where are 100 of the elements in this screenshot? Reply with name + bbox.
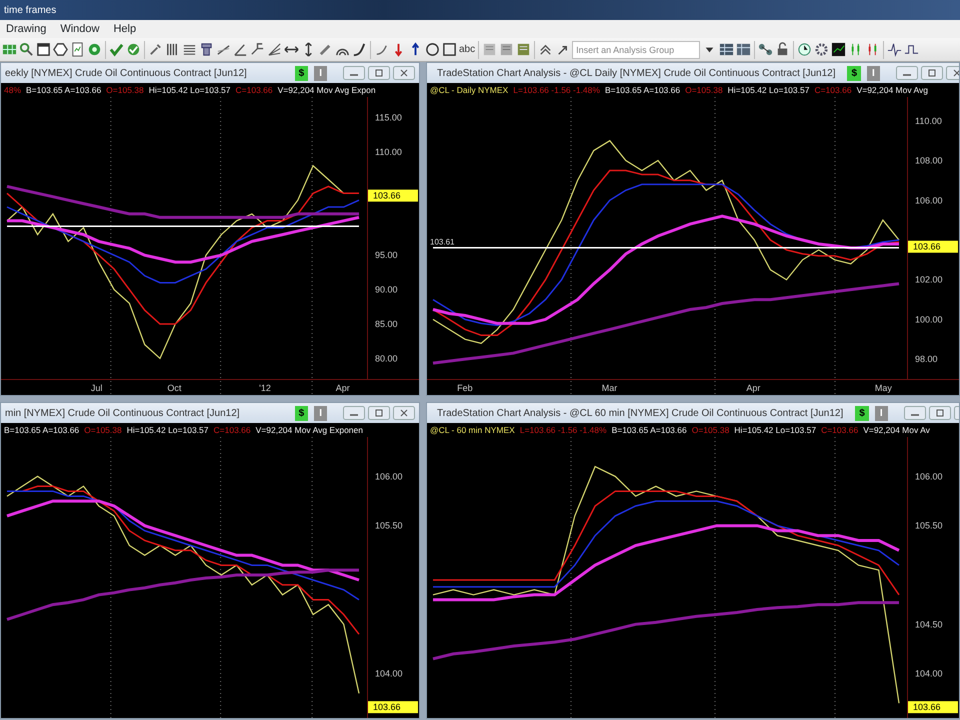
axis-label: Mar	[602, 383, 618, 393]
currency-button[interactable]: $	[294, 66, 308, 80]
maximize-button[interactable]	[928, 406, 951, 420]
hexagon-icon[interactable]	[53, 42, 68, 57]
minimize-button[interactable]	[904, 406, 926, 420]
quote-text: Hi=105.42 Lo=103.57	[728, 84, 810, 96]
axis-label: 105.50	[915, 520, 943, 531]
currency-button[interactable]: $	[294, 406, 308, 420]
window-title: min [NYMEX] Crude Oil Continuous Contract [Jun12]	[5, 406, 240, 420]
trendline-icon[interactable]	[216, 42, 231, 57]
price-tag: 103.66	[368, 190, 418, 202]
currency-button[interactable]: $	[855, 406, 869, 420]
chevrons-icon[interactable]	[538, 42, 554, 57]
axis-label: 108.00	[915, 156, 943, 166]
axis-label: 85.00	[375, 318, 398, 329]
quote-text: Hi=105.42 Lo=103.57	[126, 424, 209, 436]
price-tag: 103.66	[908, 701, 958, 714]
checkmark-icon[interactable]	[109, 42, 124, 57]
quote-text: C=103.66	[236, 84, 273, 96]
window-icon[interactable]	[36, 42, 51, 57]
text-tool[interactable]: abc	[459, 42, 476, 57]
axis-label: '12	[259, 383, 271, 393]
menu-item[interactable]: Drawing	[6, 20, 46, 38]
window-title: TradeStation Chart Analysis - @CL Daily [NYMEX] Crude Oil Continuous Contract [Jun12]	[437, 66, 836, 80]
axis-label: 105.50	[375, 520, 403, 531]
bars-icon[interactable]	[165, 42, 180, 57]
minimize-button[interactable]	[343, 66, 365, 80]
axis-label: 106.00	[915, 471, 943, 482]
axis-label: 104.00	[375, 668, 403, 679]
axis-label: May	[874, 383, 892, 393]
maximize-button[interactable]	[920, 66, 943, 80]
maximize-button[interactable]	[368, 66, 390, 80]
axis-label: Feb	[457, 383, 473, 393]
minimize-button[interactable]	[896, 66, 918, 80]
axis-label: 115.00	[375, 112, 402, 123]
square-icon[interactable]	[442, 42, 457, 57]
axis-label: 98.00	[915, 354, 938, 364]
axis-label: 104.00	[915, 668, 943, 679]
axis-label: 106.00	[375, 471, 403, 482]
axis-label: 110.00	[375, 147, 402, 158]
ellipse-icon[interactable]	[425, 42, 440, 57]
currency-button[interactable]: $	[847, 66, 862, 80]
document-icon[interactable]	[70, 42, 85, 57]
quote-text: @CL - 60 min NYMEX	[430, 424, 515, 436]
quote-text: C=103.66	[214, 424, 251, 436]
quote-text: L=103.66 -1.56 -1.48%	[520, 424, 607, 436]
analysis-group-field[interactable]: Insert an Analysis Group	[572, 40, 700, 58]
angle-icon[interactable]	[233, 42, 248, 57]
axis-label: 80.00	[375, 353, 398, 364]
close-button[interactable]	[393, 66, 415, 80]
checkmark-icon[interactable]	[126, 42, 141, 57]
panel-icon[interactable]	[482, 42, 498, 57]
axis-label: Oct	[167, 383, 182, 393]
axis-label: 106.00	[915, 195, 943, 206]
menu-item[interactable]: Help	[113, 20, 136, 38]
quote-text: O=105.38	[685, 84, 723, 96]
magnifier-icon[interactable]	[19, 42, 34, 57]
price-tag: 103.66	[368, 701, 418, 714]
panel-icon[interactable]	[499, 42, 514, 57]
menu-item[interactable]: Window	[60, 20, 100, 38]
axis-label: 110.00	[915, 116, 942, 126]
axis-label: 104.50	[915, 619, 943, 630]
minimize-button[interactable]	[343, 406, 365, 420]
maximize-button[interactable]	[368, 406, 390, 420]
lines-icon[interactable]	[182, 42, 197, 57]
window-title: time frames	[4, 4, 56, 18]
quote-text: 48%	[4, 84, 22, 96]
axis-label: Apr	[746, 383, 760, 393]
fork-icon[interactable]	[250, 42, 265, 57]
grid-icon[interactable]	[2, 42, 17, 57]
network-icon[interactable]	[758, 42, 774, 57]
quote-text: O=105.38	[106, 84, 144, 96]
quote-text: B=103.65 A=103.66	[604, 84, 680, 96]
axis-label: Jul	[90, 383, 102, 393]
quote-text: Hi=105.42 Lo=103.57	[734, 424, 816, 436]
quote-text: L=103.66 -1.56 -1.48%	[513, 84, 600, 96]
close-button[interactable]	[393, 406, 415, 420]
price-tag: 103.66	[908, 240, 958, 253]
circle-icon[interactable]	[87, 42, 102, 57]
clock-icon[interactable]	[797, 42, 812, 57]
quote-text: B=103.65 A=103.66	[4, 424, 80, 436]
table-icon[interactable]	[719, 42, 734, 57]
axis-label: 90.00	[375, 284, 398, 295]
axis-label: 100.00	[915, 314, 943, 324]
table-icon[interactable]	[736, 42, 752, 57]
quote-text: B=103.65 A=103.66	[612, 424, 687, 436]
monitor-icon[interactable]	[831, 42, 846, 57]
curve-icon[interactable]	[352, 42, 367, 57]
quote-text: V=92,204 Mov Av	[863, 424, 930, 436]
axis-label: Apr	[336, 383, 350, 393]
window-title: eekly [NYMEX] Crude Oil Continuous Contract [Jun12]	[5, 66, 247, 80]
fan-icon[interactable]	[267, 42, 282, 57]
quote-text: C=103.66	[821, 424, 858, 436]
spike-icon[interactable]	[887, 42, 902, 57]
panel-icon[interactable]	[516, 42, 532, 57]
window-title: TradeStation Chart Analysis - @CL 60 min [NYMEX] Crude Oil Continuous Contract [Jun12]	[437, 406, 844, 420]
quote-text: V=92,204 Mov Avg Expon	[278, 84, 376, 96]
axis-label: 102.00	[915, 274, 943, 285]
quote-text: V=92,204 Mov Avg Exponen	[256, 424, 363, 436]
level-label: 103.61	[430, 238, 454, 247]
